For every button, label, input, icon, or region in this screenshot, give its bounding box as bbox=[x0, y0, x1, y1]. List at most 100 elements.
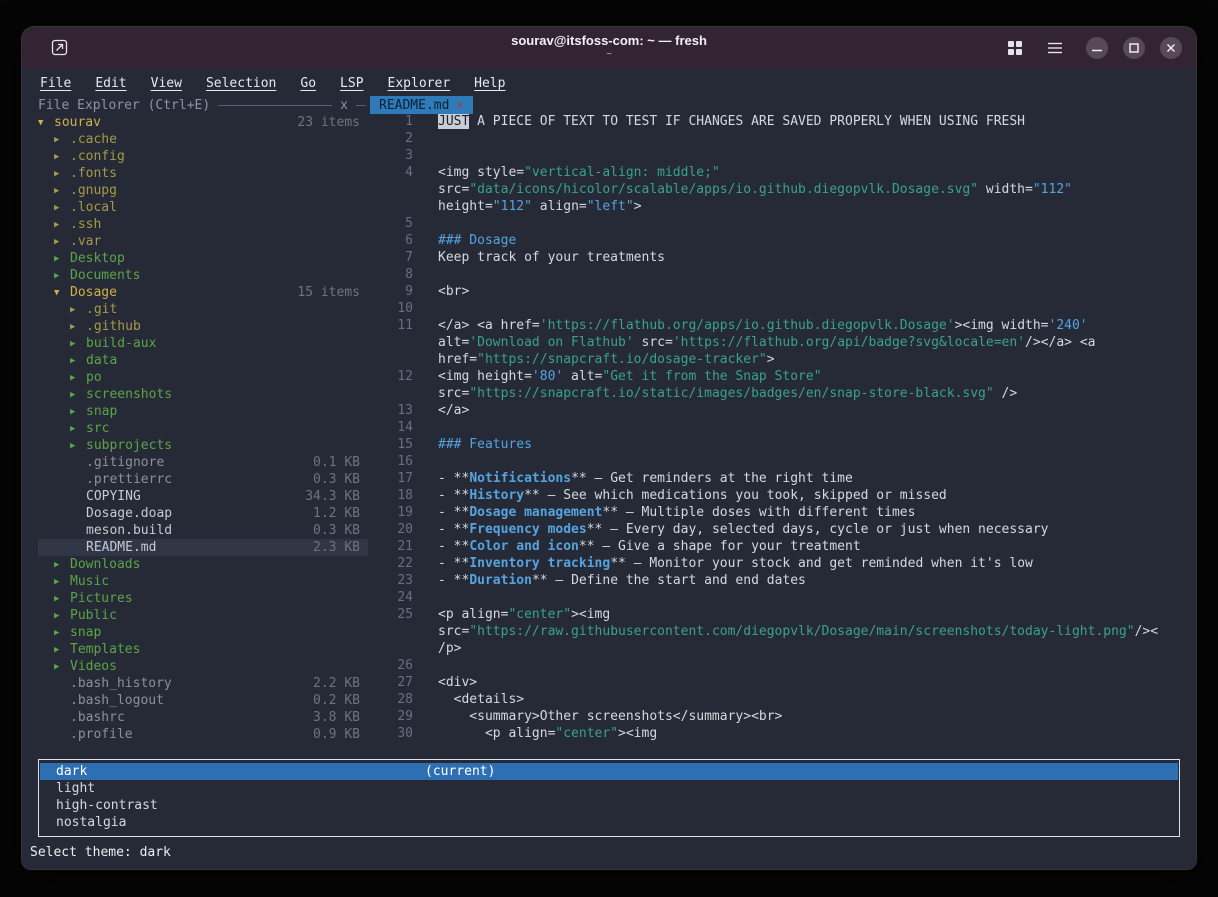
menu-selection[interactable]: Selection bbox=[206, 76, 276, 91]
editor-main: File Explorer (Ctrl+E) x ▼sourav23 items… bbox=[30, 96, 1188, 759]
folder-closed-icon[interactable]: ▶ bbox=[54, 169, 70, 179]
tree-item-pictures[interactable]: ▶Pictures bbox=[38, 590, 368, 607]
code-area[interactable]: 1JUST A PIECE OF TEXT TO TEST IF CHANGES… bbox=[370, 114, 1188, 759]
code-line: 24 bbox=[370, 590, 1188, 607]
tab-readme-md[interactable]: README.md × bbox=[370, 96, 473, 114]
theme-option-nostalgia[interactable]: nostalgia bbox=[40, 814, 1178, 831]
menu-edit[interactable]: Edit bbox=[95, 76, 126, 91]
folder-open-icon[interactable]: ▼ bbox=[38, 118, 54, 128]
tree-item-downloads[interactable]: ▶Downloads bbox=[38, 556, 368, 573]
tree-item-videos[interactable]: ▶Videos bbox=[38, 658, 368, 675]
tree-item-gnupg[interactable]: ▶.gnupg bbox=[38, 182, 368, 199]
folder-closed-icon[interactable]: ▶ bbox=[54, 560, 70, 570]
folder-closed-icon[interactable]: ▶ bbox=[54, 220, 70, 230]
tree-item-var[interactable]: ▶.var bbox=[38, 233, 368, 250]
code-line: 21- **Color and icon** — Give a shape fo… bbox=[370, 539, 1188, 556]
folder-closed-icon[interactable]: ▶ bbox=[70, 356, 86, 366]
tree-item-gitignore[interactable]: .gitignore0.1 KB bbox=[38, 454, 368, 471]
tree-item-github[interactable]: ▶.github bbox=[38, 318, 368, 335]
tree-item-src[interactable]: ▶src bbox=[38, 420, 368, 437]
folder-closed-icon[interactable]: ▶ bbox=[54, 594, 70, 604]
maximize-button[interactable] bbox=[1123, 37, 1145, 59]
tree-item-desktop[interactable]: ▶Desktop bbox=[38, 250, 368, 267]
menu-lsp[interactable]: LSP bbox=[340, 76, 363, 91]
titlebar[interactable]: sourav@itsfoss-com: ~ — fresh ~ bbox=[22, 27, 1196, 68]
folder-closed-icon[interactable]: ▶ bbox=[70, 424, 86, 434]
tree-item-dosage[interactable]: ▼Dosage15 items bbox=[38, 284, 368, 301]
hamburger-menu-button[interactable] bbox=[1046, 39, 1064, 57]
folder-closed-icon[interactable]: ▶ bbox=[54, 203, 70, 213]
folder-closed-icon[interactable]: ▶ bbox=[70, 339, 86, 349]
tree-item-bash-logout[interactable]: .bash_logout0.2 KB bbox=[38, 692, 368, 709]
theme-option-light[interactable]: light bbox=[40, 780, 1178, 797]
tree-item-copying[interactable]: COPYING34.3 KB bbox=[38, 488, 368, 505]
tab-close-icon[interactable]: × bbox=[456, 98, 463, 112]
line-text: src="https://snapcraft.io/static/images/… bbox=[438, 386, 1017, 403]
folder-closed-icon[interactable]: ▶ bbox=[54, 254, 70, 264]
folder-closed-icon[interactable]: ▶ bbox=[54, 237, 70, 247]
folder-closed-icon[interactable]: ▶ bbox=[54, 628, 70, 638]
code-line: 19- **Dosage management** — Multiple dos… bbox=[370, 505, 1188, 522]
status-bar[interactable]: Select theme: dark bbox=[30, 841, 1188, 863]
tree-item-po[interactable]: ▶po bbox=[38, 369, 368, 386]
theme-option-high-contrast[interactable]: high-contrast bbox=[40, 797, 1178, 814]
tree-item-screenshots[interactable]: ▶screenshots bbox=[38, 386, 368, 403]
folder-closed-icon[interactable]: ▶ bbox=[70, 373, 86, 383]
folder-closed-icon[interactable]: ▶ bbox=[54, 611, 70, 621]
tree-item-git[interactable]: ▶.git bbox=[38, 301, 368, 318]
item-label: Desktop bbox=[70, 251, 125, 266]
explorer-header-divider bbox=[218, 105, 332, 106]
folder-closed-icon[interactable]: ▶ bbox=[54, 135, 70, 145]
tree-item-ssh[interactable]: ▶.ssh bbox=[38, 216, 368, 233]
tree-item-profile[interactable]: .profile0.9 KB bbox=[38, 726, 368, 743]
folder-closed-icon[interactable]: ▶ bbox=[70, 390, 86, 400]
menu-go[interactable]: Go bbox=[300, 76, 316, 91]
tree-item-dosage-doap[interactable]: Dosage.doap1.2 KB bbox=[38, 505, 368, 522]
menu-explorer[interactable]: Explorer bbox=[388, 76, 451, 91]
tree-item-data[interactable]: ▶data bbox=[38, 352, 368, 369]
code-line: 26 bbox=[370, 658, 1188, 675]
tree-item-bash-history[interactable]: .bash_history2.2 KB bbox=[38, 675, 368, 692]
menu-file[interactable]: File bbox=[40, 76, 71, 91]
new-window-button[interactable] bbox=[48, 37, 70, 59]
folder-open-icon[interactable]: ▼ bbox=[54, 288, 70, 298]
close-button[interactable] bbox=[1160, 37, 1182, 59]
tree-item-subprojects[interactable]: ▶subprojects bbox=[38, 437, 368, 454]
folder-closed-icon[interactable]: ▶ bbox=[70, 305, 86, 315]
tree-item-sourav[interactable]: ▼sourav23 items bbox=[38, 114, 368, 131]
folder-closed-icon[interactable]: ▶ bbox=[54, 577, 70, 587]
minimize-button[interactable] bbox=[1086, 37, 1108, 59]
folder-closed-icon[interactable]: ▶ bbox=[54, 645, 70, 655]
tree-item-public[interactable]: ▶Public bbox=[38, 607, 368, 624]
code-line: 20- **Frequency modes** — Every day, sel… bbox=[370, 522, 1188, 539]
tree-item-fonts[interactable]: ▶.fonts bbox=[38, 165, 368, 182]
explorer-title: File Explorer (Ctrl+E) bbox=[38, 98, 210, 113]
app-grid-button[interactable] bbox=[1006, 39, 1024, 57]
folder-closed-icon[interactable]: ▶ bbox=[54, 271, 70, 281]
tab-label: README.md bbox=[379, 98, 449, 113]
tree-item-meson-build[interactable]: meson.build0.3 KB bbox=[38, 522, 368, 539]
folder-closed-icon[interactable]: ▶ bbox=[54, 152, 70, 162]
tree-item-readme-md[interactable]: README.md2.3 KB bbox=[38, 539, 368, 556]
tree-item-config[interactable]: ▶.config bbox=[38, 148, 368, 165]
tree-item-prettierrc[interactable]: .prettierrc0.3 KB bbox=[38, 471, 368, 488]
tree-item-bashrc[interactable]: .bashrc3.8 KB bbox=[38, 709, 368, 726]
menu-help[interactable]: Help bbox=[474, 76, 505, 91]
tree-item-build-aux[interactable]: ▶build-aux bbox=[38, 335, 368, 352]
item-label: .config bbox=[70, 149, 125, 164]
tree-item-snap[interactable]: ▶snap bbox=[38, 624, 368, 641]
tree-item-music[interactable]: ▶Music bbox=[38, 573, 368, 590]
tree-item-cache[interactable]: ▶.cache bbox=[38, 131, 368, 148]
folder-closed-icon[interactable]: ▶ bbox=[54, 186, 70, 196]
menu-view[interactable]: View bbox=[151, 76, 182, 91]
tree-item-snap[interactable]: ▶snap bbox=[38, 403, 368, 420]
folder-closed-icon[interactable]: ▶ bbox=[54, 662, 70, 672]
tree-item-local[interactable]: ▶.local bbox=[38, 199, 368, 216]
theme-option-dark[interactable]: dark(current) bbox=[40, 763, 1178, 780]
folder-closed-icon[interactable]: ▶ bbox=[70, 407, 86, 417]
tree-item-documents[interactable]: ▶Documents bbox=[38, 267, 368, 284]
explorer-close-button[interactable]: x bbox=[340, 98, 348, 113]
folder-closed-icon[interactable]: ▶ bbox=[70, 441, 86, 451]
tree-item-templates[interactable]: ▶Templates bbox=[38, 641, 368, 658]
folder-closed-icon[interactable]: ▶ bbox=[70, 322, 86, 332]
